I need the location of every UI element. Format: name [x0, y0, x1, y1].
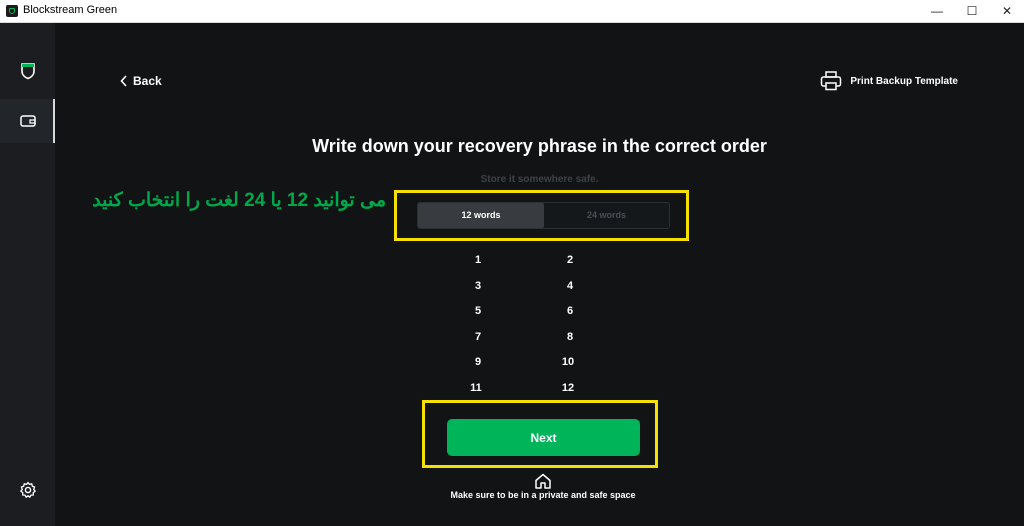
sidebar [0, 23, 55, 526]
word-number: 6 [566, 305, 574, 317]
sidebar-item-home[interactable] [0, 48, 55, 92]
window-titlebar: Blockstream Green — ☐ ✕ [0, 0, 1024, 23]
window-title: Blockstream Green [23, 4, 118, 16]
chevron-left-icon [120, 75, 127, 87]
option-12-words[interactable]: 12 words [418, 203, 544, 228]
word-number: 2 [566, 254, 574, 266]
word-number: 12 [561, 382, 575, 394]
gear-icon [20, 481, 36, 498]
word-number: 10 [561, 356, 575, 368]
sidebar-item-settings[interactable] [0, 468, 55, 512]
next-button[interactable]: Next [447, 419, 640, 456]
word-number: 5 [474, 305, 482, 317]
word-number: 3 [474, 280, 482, 292]
shield-icon [21, 63, 35, 80]
print-label: Print Backup Template [850, 75, 958, 87]
word-number: 11 [470, 382, 482, 394]
word-count-toggle: 12 words 24 words [417, 202, 670, 229]
maximize-button[interactable]: ☐ [955, 0, 989, 22]
privacy-note: Make sure to be in a private and safe sp… [450, 490, 636, 500]
back-label: Back [133, 74, 162, 88]
close-button[interactable]: ✕ [990, 0, 1024, 22]
word-number: 1 [474, 254, 482, 266]
option-24-words[interactable]: 24 words [544, 203, 669, 228]
printer-icon [821, 71, 842, 91]
word-number: 8 [566, 331, 574, 343]
main-content: Back Print Backup Template Write down yo… [55, 23, 1024, 526]
blockstream-app-icon [6, 5, 18, 17]
word-number: 7 [474, 331, 482, 343]
back-button[interactable]: Back [120, 74, 162, 88]
minimize-button[interactable]: — [920, 0, 954, 22]
page-title: Write down your recovery phrase in the c… [312, 136, 767, 156]
annotation-text: می توانید 12 یا 24 لغت را انتخاب کنید [92, 190, 386, 211]
page-subtitle: Store it somewhere safe. [480, 174, 599, 185]
sidebar-item-wallet[interactable] [0, 99, 55, 143]
wallet-icon [20, 115, 36, 127]
print-backup-template-button[interactable]: Print Backup Template [820, 71, 958, 91]
word-number: 9 [474, 356, 482, 368]
home-icon [535, 473, 551, 489]
word-number: 4 [566, 280, 574, 292]
